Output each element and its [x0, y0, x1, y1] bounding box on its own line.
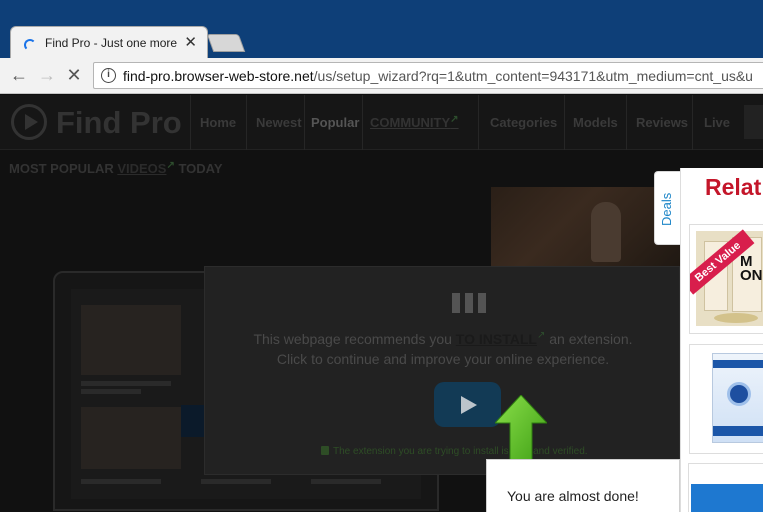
tab-title: Find Pro - Just one more: [45, 36, 178, 50]
url-path: /us/setup_wizard?rq=1&utm_content=943171…: [313, 68, 753, 84]
browser-tab[interactable]: Find Pro - Just one more ✕: [10, 26, 208, 58]
product-image: [712, 353, 763, 443]
safety-note-text: The extension you are trying to install …: [333, 446, 588, 457]
site-logo[interactable]: Find Pro: [56, 105, 182, 141]
product-image: [691, 484, 763, 512]
loading-spinner-icon: [24, 39, 36, 51]
video-thumbnail[interactable]: [81, 305, 181, 375]
product-card[interactable]: [688, 463, 763, 512]
url-text[interactable]: find-pro.browser-web-store.net/us/setup_…: [123, 68, 753, 84]
lock-icon: [321, 446, 329, 455]
nav-categories[interactable]: Categories: [490, 115, 557, 130]
section-heading: MOST POPULAR VIDEOS↗ TODAY: [9, 160, 223, 176]
nav-live[interactable]: Live: [704, 115, 730, 130]
info-icon[interactable]: i: [101, 68, 116, 83]
video-thumbnail[interactable]: [81, 407, 181, 469]
nav-popular[interactable]: Popular: [311, 115, 359, 130]
section-prefix: MOST POPULAR: [9, 161, 118, 176]
play-logo-icon[interactable]: [11, 104, 47, 140]
product-card[interactable]: [689, 344, 763, 454]
section-suffix: TODAY: [174, 161, 223, 176]
play-button[interactable]: [434, 382, 501, 427]
forward-arrow-icon[interactable]: →: [36, 64, 58, 86]
section-videos-link[interactable]: VIDEOS: [117, 161, 166, 176]
address-bar[interactable]: i find-pro.browser-web-store.net/us/setu…: [93, 62, 763, 89]
person-image: [591, 202, 621, 262]
back-arrow-icon[interactable]: ←: [8, 64, 30, 86]
featured-video-thumbnail[interactable]: [491, 187, 681, 267]
install-extension-modal[interactable]: This webpage recommends you TO INSTALL↗ …: [204, 266, 680, 475]
related-products-panel: Relat M ON Best Value: [680, 168, 763, 512]
panel-title: Relat: [705, 174, 762, 200]
product-card[interactable]: M ON Best Value: [689, 224, 763, 334]
stop-loading-icon[interactable]: ✕: [63, 64, 85, 86]
external-link-icon: ↗: [166, 160, 175, 171]
modal-message-after: an extension.: [545, 331, 633, 347]
popup-text: You are almost done!: [507, 488, 639, 504]
site-navbar: Find Pro Home Newest Popular COMMUNITY↗ …: [0, 95, 763, 150]
url-domain: find-pro.browser-web-store.net: [123, 68, 314, 84]
nav-community[interactable]: COMMUNITY↗: [370, 114, 459, 130]
almost-done-popup[interactable]: You are almost done!: [486, 459, 680, 512]
external-link-icon: ↗: [450, 114, 459, 125]
nav-extra-button[interactable]: [744, 105, 763, 139]
nav-models[interactable]: Models: [573, 115, 618, 130]
modal-message: This webpage recommends you TO INSTALL↗ …: [205, 330, 681, 347]
window-titlebar: Find Pro - Just one more ✕: [0, 0, 763, 58]
to-install-link[interactable]: TO INSTALL: [456, 331, 537, 347]
deals-tab[interactable]: Deals: [654, 171, 682, 245]
nav-community-label: COMMUNITY: [370, 115, 451, 130]
safety-note: The extension you are trying to install …: [321, 445, 588, 457]
browser-toolbar: ← → ✕ i find-pro.browser-web-store.net/u…: [0, 58, 763, 94]
modal-subtext: Click to continue and improve your onlin…: [276, 351, 610, 367]
close-icon[interactable]: ✕: [184, 33, 197, 51]
modal-message-before: This webpage recommends you: [253, 331, 456, 347]
nav-newest[interactable]: Newest: [256, 115, 302, 130]
new-tab-button[interactable]: [206, 34, 246, 52]
external-link-icon: ↗: [536, 330, 546, 341]
pause-bars-icon: [452, 293, 486, 313]
nav-reviews[interactable]: Reviews: [636, 115, 688, 130]
deals-label: Deals: [659, 192, 674, 226]
nav-home[interactable]: Home: [200, 115, 236, 130]
